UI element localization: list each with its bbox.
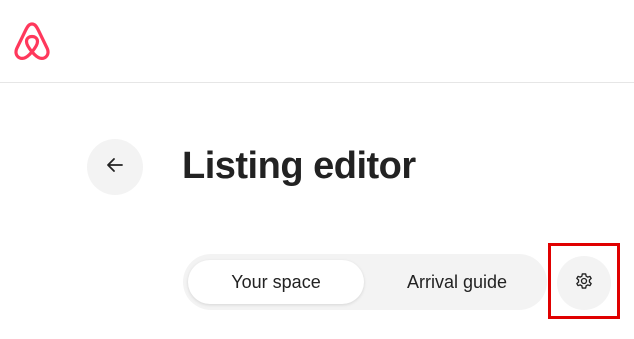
settings-button[interactable] [557, 256, 611, 310]
gear-icon [574, 271, 594, 296]
top-bar [0, 0, 634, 83]
back-button[interactable] [87, 139, 143, 195]
arrow-left-icon [105, 155, 125, 180]
airbnb-logo-icon[interactable] [12, 20, 52, 62]
page-title: Listing editor [182, 145, 416, 187]
tab-arrival-guide[interactable]: Arrival guide [373, 260, 541, 304]
editor-tab-switcher: Your space Arrival guide [183, 254, 547, 310]
listing-editor-page: Listing editor Your space Arrival guide [0, 0, 634, 339]
tab-your-space[interactable]: Your space [188, 260, 364, 304]
